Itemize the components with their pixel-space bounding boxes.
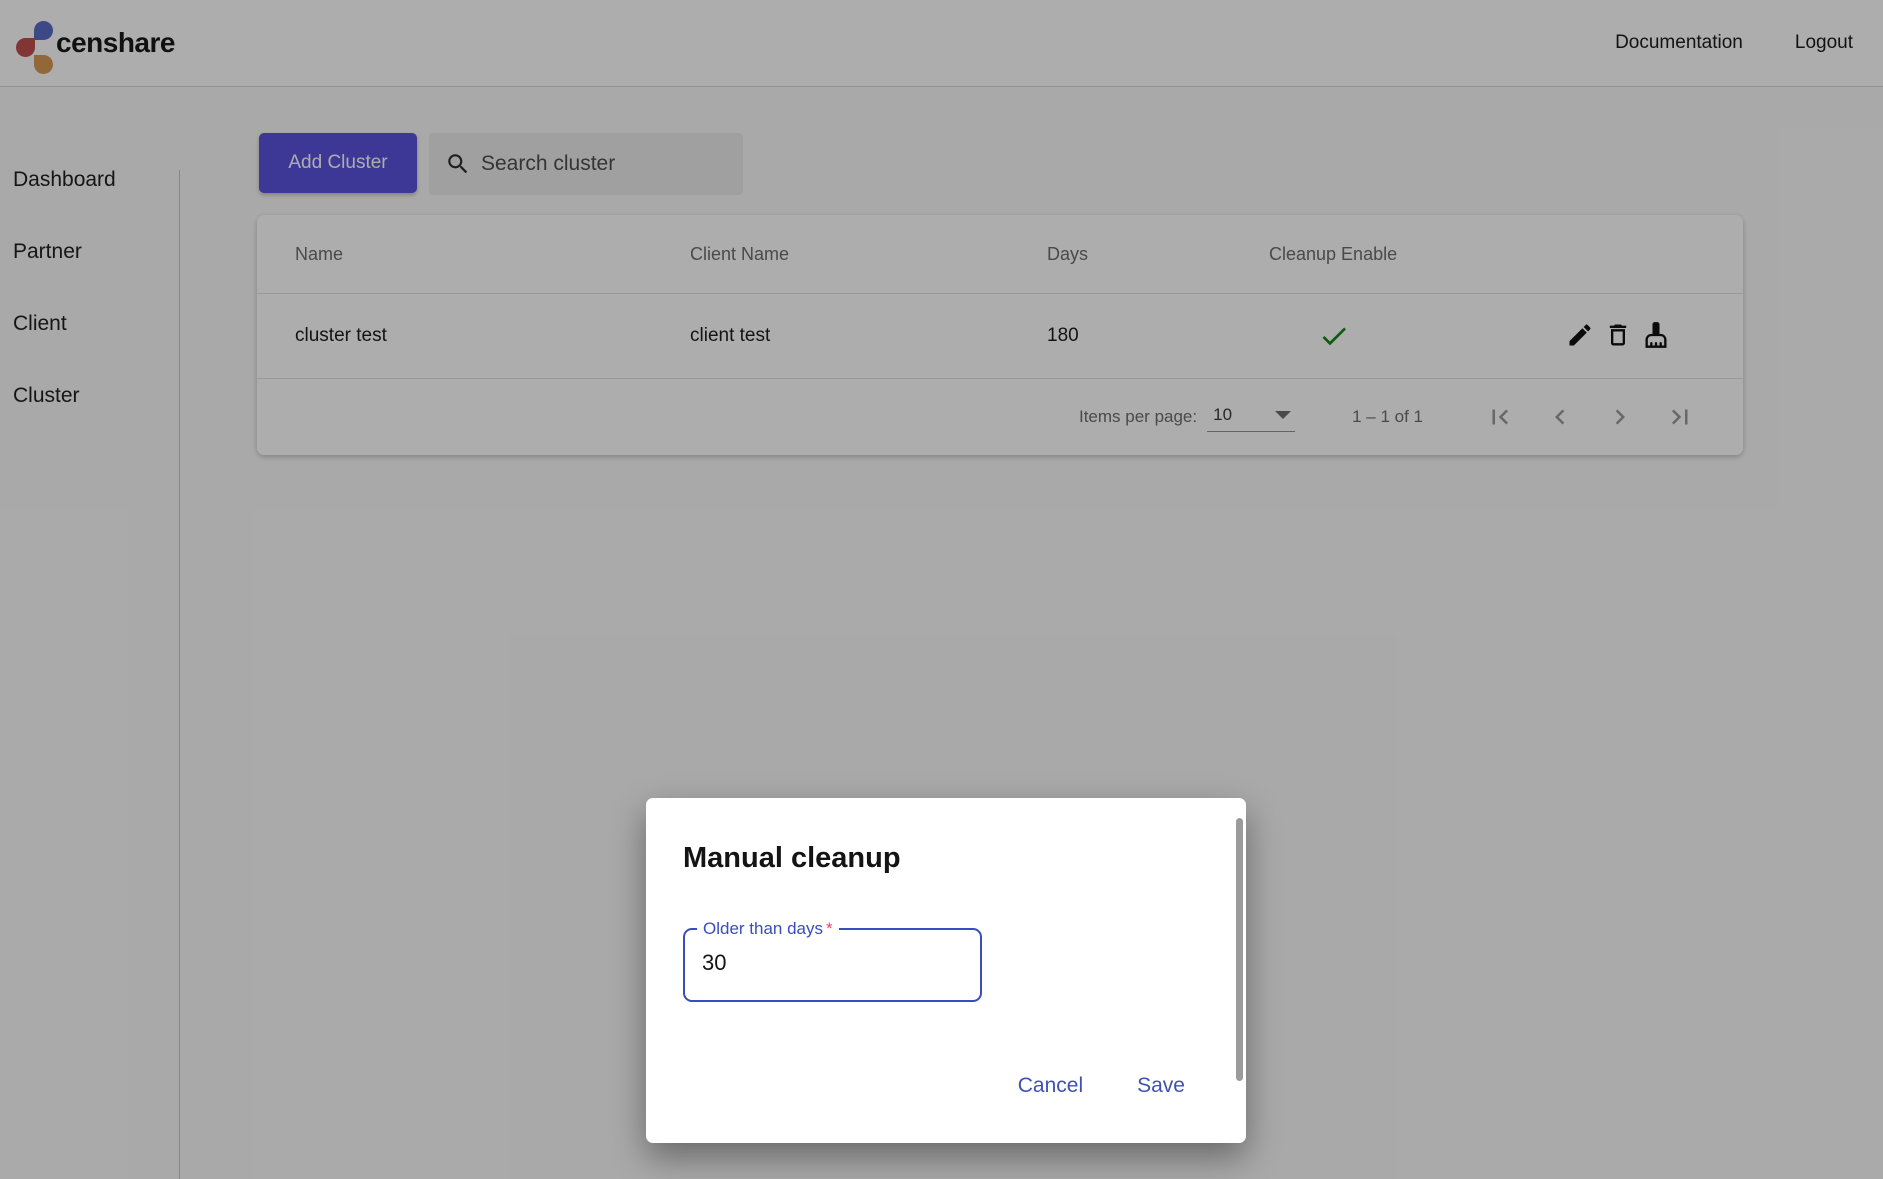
cancel-button[interactable]: Cancel [1016, 1070, 1085, 1102]
dialog-actions: Cancel Save [1016, 1070, 1187, 1102]
dialog-title: Manual cleanup [683, 842, 901, 875]
field-label: Older than days* [697, 919, 839, 939]
required-marker: * [826, 919, 833, 938]
older-than-days-input[interactable] [702, 950, 922, 976]
manual-cleanup-dialog: Manual cleanup Older than days* Cancel S… [646, 798, 1246, 1143]
older-than-days-field[interactable]: Older than days* [683, 928, 982, 1002]
dialog-scrollbar[interactable] [1236, 818, 1243, 1081]
field-label-text: Older than days [703, 919, 823, 938]
save-button[interactable]: Save [1135, 1070, 1187, 1102]
